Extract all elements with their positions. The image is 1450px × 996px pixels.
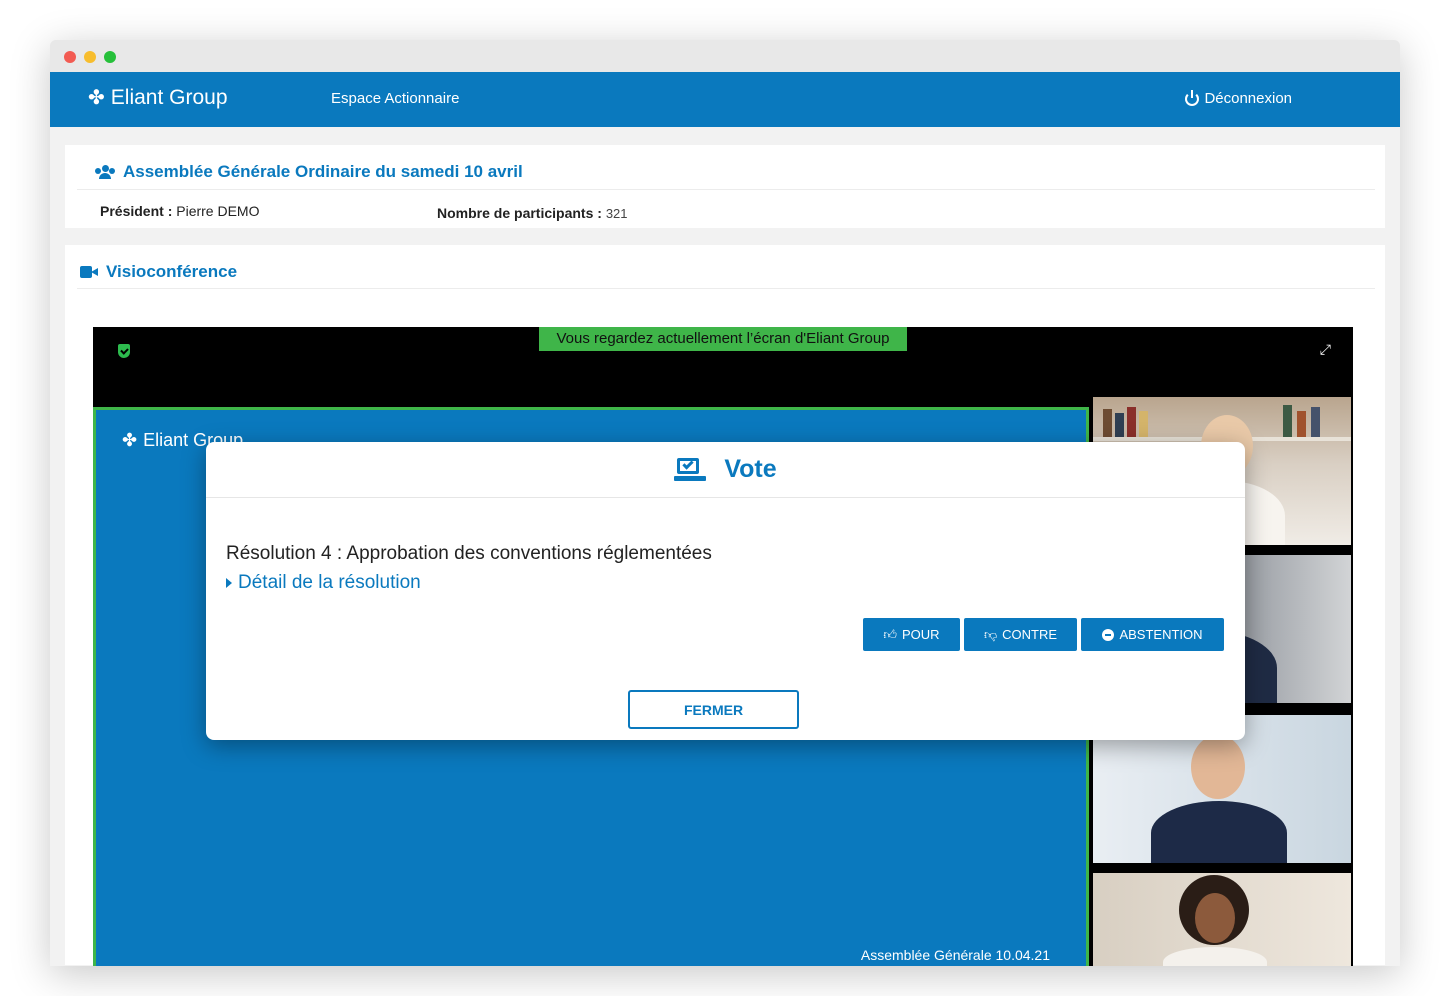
power-icon	[1185, 89, 1200, 106]
screen-share-banner: Vous regardez actuellement l’écran d'Eli…	[539, 327, 907, 351]
vote-modal: Vote Résolution 4 : Approbation des conv…	[206, 442, 1245, 740]
meeting-title-text: Assemblée Générale Ordinaire du samedi 1…	[123, 162, 523, 181]
meeting-info-card: Assemblée Générale Ordinaire du samedi 1…	[65, 145, 1385, 228]
top-navbar: ✤ Eliant Group Espace Actionnaire Déconn…	[50, 72, 1400, 127]
videoconference-title: Visioconférence	[80, 262, 237, 282]
vote-modal-header: Vote	[206, 442, 1245, 498]
brand-name: Eliant Group	[110, 85, 228, 109]
president-label: Président :	[100, 203, 173, 219]
vote-abstention-label: ABSTENTION	[1119, 627, 1203, 642]
president-value: Pierre DEMO	[176, 203, 260, 219]
participants-info: Nombre de participants : 321	[437, 205, 628, 221]
participants-label: Nombre de participants :	[437, 205, 602, 221]
president-info: Président : Pierre DEMO	[100, 203, 259, 219]
resolution-detail-label: Détail de la résolution	[238, 572, 421, 593]
meeting-title: Assemblée Générale Ordinaire du samedi 1…	[95, 162, 523, 182]
ballot-check-icon	[674, 457, 707, 482]
participant-video[interactable]	[1093, 873, 1351, 966]
thumbs-up-icon: 👍︎	[883, 626, 898, 642]
users-icon	[95, 165, 115, 179]
vote-abstention-button[interactable]: ABSTENTION	[1081, 618, 1224, 651]
minus-circle-icon	[1102, 628, 1115, 641]
close-modal-button[interactable]: FERMER	[628, 690, 799, 729]
logout-link[interactable]: Déconnexion	[1185, 89, 1292, 107]
divider	[77, 288, 1375, 289]
shield-check-icon	[118, 344, 130, 358]
shared-screen-footer: Assemblée Générale 10.04.21	[860, 947, 1050, 963]
window-titlebar	[50, 40, 1400, 72]
participants-value: 321	[605, 206, 628, 221]
caret-right-icon	[226, 578, 232, 588]
close-window-button[interactable]	[64, 51, 76, 63]
maximize-window-button[interactable]	[104, 51, 116, 63]
vote-contre-button[interactable]: 👎︎ CONTRE	[964, 618, 1077, 651]
puzzle-icon: ✤	[88, 87, 105, 109]
resolution-title: Résolution 4 : Approbation des conventio…	[226, 543, 712, 564]
logout-label: Déconnexion	[1204, 90, 1292, 107]
fullscreen-icon[interactable]: ⤢	[1320, 341, 1331, 358]
vote-contre-label: CONTRE	[1002, 627, 1058, 642]
divider	[77, 189, 1375, 190]
resolution-detail-link[interactable]: Détail de la résolution	[226, 572, 421, 594]
vote-pour-button[interactable]: 👍︎ POUR	[863, 618, 960, 651]
video-camera-icon	[80, 266, 98, 278]
minimize-window-button[interactable]	[84, 51, 96, 63]
nav-espace-actionnaire[interactable]: Espace Actionnaire	[331, 90, 459, 107]
vote-buttons: 👍︎ POUR 👎︎ CONTRE ABSTENTION	[863, 618, 1224, 651]
brand-logo[interactable]: ✤ Eliant Group	[88, 85, 228, 110]
thumbs-down-icon: 👎︎	[983, 626, 998, 642]
videoconference-title-text: Visioconférence	[106, 262, 238, 281]
vote-modal-title: Vote	[724, 455, 777, 483]
puzzle-icon: ✤	[122, 430, 138, 450]
vote-pour-label: POUR	[902, 627, 940, 642]
